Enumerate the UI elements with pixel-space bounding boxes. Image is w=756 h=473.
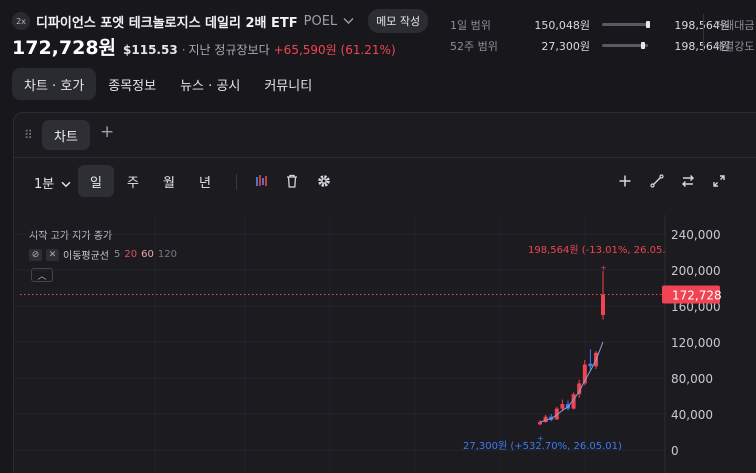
price-chart: 240,000200,000160,000120,00080,00040,000… (14, 215, 722, 473)
candle-body (601, 294, 605, 315)
high-marker: + (600, 263, 607, 272)
y-tick-label: 40,000 (671, 408, 713, 422)
candle-body (538, 422, 542, 425)
y-tick-label: 80,000 (671, 372, 713, 386)
y-tick-label: 0 (671, 444, 679, 458)
high-annotation: 198,564원 (-13.01%, 26.05. (528, 244, 666, 256)
low-annotation: 27,300원 (+532.70%, 26.05.01) (463, 440, 622, 452)
candle-body (588, 363, 593, 367)
current-price-label: 172,728 (672, 289, 722, 303)
y-tick-label: 200,000 (671, 264, 721, 278)
y-tick-label: 120,000 (671, 336, 721, 350)
ma5-line (539, 341, 604, 423)
candle-body (560, 404, 565, 409)
y-tick-label: 240,000 (671, 228, 721, 242)
